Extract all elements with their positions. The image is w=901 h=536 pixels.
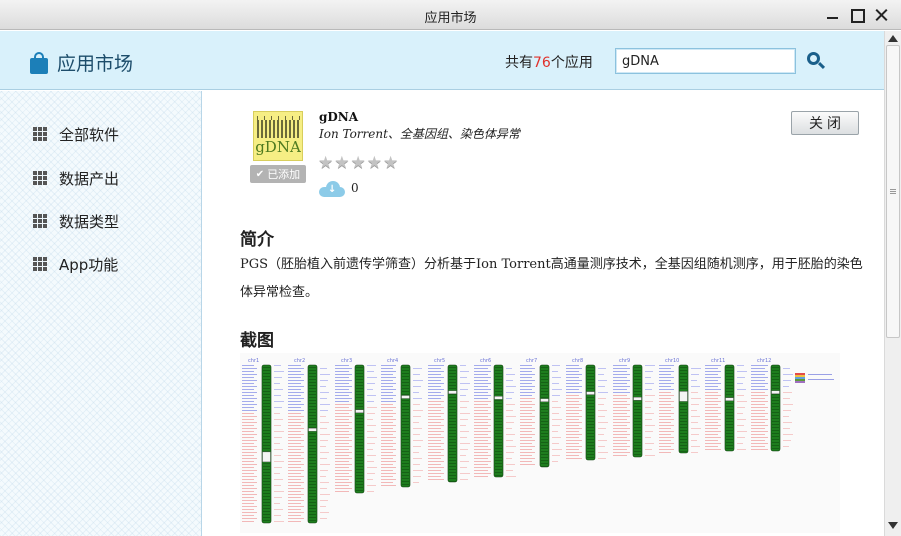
star-icon[interactable]: ★	[383, 154, 398, 172]
sidebar-item-data-output[interactable]: 数据产出	[33, 167, 119, 189]
app-description: Ion Torrent、全基因组、染色体异常	[319, 127, 520, 141]
svg-text:chr3: chr3	[341, 358, 352, 364]
scroll-up-icon[interactable]	[888, 35, 898, 42]
sidebar-item-label: App功能	[59, 255, 119, 274]
sidebar-item-label: 数据类型	[59, 212, 120, 231]
svg-text:chr4: chr4	[387, 358, 398, 364]
app-name: gDNA	[319, 110, 359, 124]
app-screenshot[interactable]: chr1 chr2 chr3 chr4 chr5 chr6 chr7 chr8 chr9 chr1…	[240, 353, 840, 533]
rating-stars[interactable]: ★ ★ ★ ★ ★	[318, 154, 399, 172]
star-icon[interactable]: ★	[351, 154, 366, 172]
minimize-icon[interactable]	[825, 7, 841, 23]
grid-icon	[33, 171, 47, 185]
check-icon: ✔	[255, 168, 265, 180]
grid-icon	[33, 257, 47, 271]
shopping-bag-icon	[30, 51, 48, 74]
added-badge: ✔ 已添加	[250, 165, 306, 183]
sidebar-item-data-type[interactable]: 数据类型	[33, 210, 119, 232]
screenshot-title: 截图	[240, 331, 274, 351]
scroll-down-icon[interactable]	[888, 522, 898, 529]
window-title: 应用市场	[424, 11, 477, 26]
download-count: 0	[351, 181, 359, 195]
intro-text: PGS（胚胎植入前遗传学筛查）分析基于Ion Torrent高通量测序技术，全基…	[240, 257, 863, 300]
sidebar-item-label: 全部软件	[59, 125, 120, 144]
window-titlebar: 应用市场	[0, 0, 901, 30]
app-icon: gDNA	[253, 111, 303, 161]
sidebar-item-all-software[interactable]: 全部软件	[33, 123, 119, 145]
close-button[interactable]: 关闭	[791, 111, 859, 135]
sidebar-item-app-function[interactable]: App功能	[33, 253, 118, 275]
svg-text:chr2: chr2	[294, 358, 305, 364]
star-icon[interactable]: ★	[318, 154, 333, 172]
scroll-thumb[interactable]	[886, 45, 900, 338]
svg-text:chr6: chr6	[480, 358, 491, 364]
grid-icon	[33, 127, 47, 141]
svg-text:chr1: chr1	[248, 358, 259, 364]
count-prefix: 共有	[505, 55, 533, 71]
karyotype-image: chr1 chr2 chr3 chr4 chr5 chr6 chr7 chr8 chr9 chr1…	[240, 353, 840, 533]
app-header: 应用市场 共有76个应用	[0, 31, 884, 90]
svg-text:chr5: chr5	[434, 358, 445, 364]
brand: 应用市场	[30, 49, 133, 76]
sidebar: 全部软件 数据产出 数据类型 App功能	[0, 91, 202, 536]
svg-text:chr9: chr9	[619, 358, 630, 364]
vertical-scrollbar[interactable]	[884, 31, 901, 536]
svg-text:chr11: chr11	[711, 358, 725, 364]
added-label: 已添加	[267, 168, 301, 181]
star-icon[interactable]: ★	[334, 154, 349, 172]
close-icon[interactable]	[873, 7, 889, 23]
cloud-download-icon: ↓	[319, 181, 345, 197]
svg-text:chr7: chr7	[526, 358, 537, 364]
intro-title: 简介	[240, 230, 274, 250]
grid-icon	[33, 214, 47, 228]
app-count: 共有76个应用	[505, 52, 593, 72]
star-icon[interactable]: ★	[367, 154, 382, 172]
search-input[interactable]	[615, 48, 796, 74]
brand-title: 应用市场	[57, 53, 134, 75]
maximize-icon[interactable]	[850, 7, 866, 23]
app-detail-panel: gDNA ✔ 已添加 gDNA Ion Torrent、全基因组、染色体异常 ★…	[203, 91, 884, 536]
svg-text:chr12: chr12	[757, 358, 771, 364]
sidebar-item-label: 数据产出	[59, 169, 120, 188]
svg-text:chr8: chr8	[572, 358, 583, 364]
count-number: 76	[533, 55, 551, 71]
svg-text:chr10: chr10	[665, 358, 679, 364]
search-icon[interactable]	[806, 51, 826, 71]
app-icon-label: gDNA	[255, 138, 301, 156]
count-suffix: 个应用	[550, 55, 593, 71]
